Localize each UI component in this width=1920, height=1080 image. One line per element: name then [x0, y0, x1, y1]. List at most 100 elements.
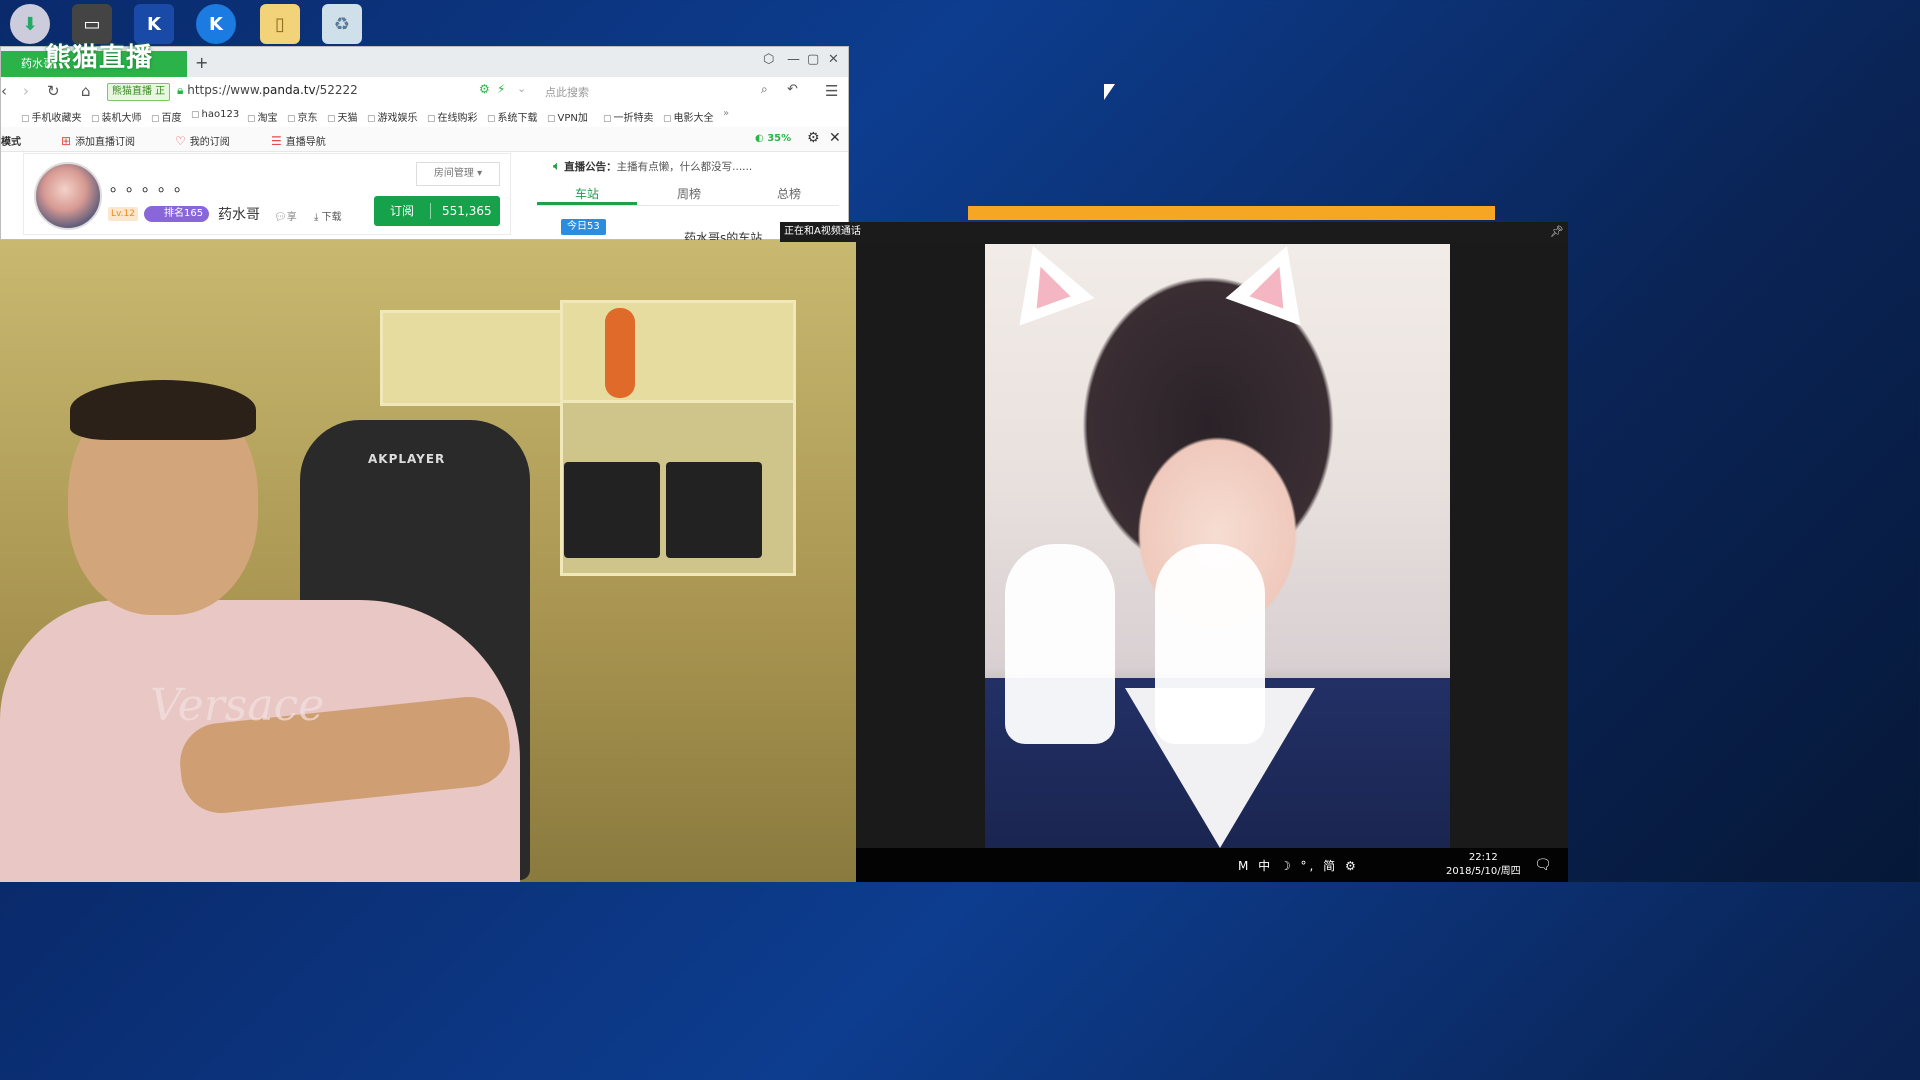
- chair-brand: AKPLAYER: [368, 452, 446, 466]
- desktop-app-icon-kx[interactable]: K: [134, 4, 174, 44]
- my-subscription-label: 我的订阅: [189, 137, 230, 148]
- panda-logo: 熊猫直播: [45, 43, 154, 73]
- figure-toy: [605, 308, 635, 398]
- add-subscription-label: 添加直播订阅: [75, 137, 136, 148]
- subscriber-count: 551,365: [442, 204, 492, 218]
- undo-icon[interactable]: ↶: [787, 82, 798, 97]
- room-management-label: 房间管理: [433, 168, 474, 179]
- clock-date: 2018/5/10/周四: [1446, 866, 1521, 877]
- share-button[interactable]: 💬︎享: [274, 208, 297, 223]
- address-bar[interactable]: 🔒︎ https://www.panda.tv/52222: [177, 83, 358, 98]
- back-icon[interactable]: ‹: [1, 82, 7, 100]
- bookmark-item[interactable]: 淘宝: [247, 109, 278, 124]
- tray-icons[interactable]: M 中 ☽ °, 简 ⚙: [1238, 857, 1359, 874]
- pin-icon[interactable]: 📌︎: [1550, 222, 1564, 242]
- tab-station[interactable]: 车站: [575, 185, 599, 202]
- mode-label: 模式: [1, 137, 21, 148]
- speedup-icon[interactable]: ⚙: [479, 82, 490, 96]
- performance-percent: ◐ 35%: [755, 133, 792, 144]
- live-nav-button[interactable]: ☰ 直播导航: [271, 133, 326, 148]
- bookmark-item[interactable]: 手机收藏夹: [21, 109, 82, 124]
- bookmark-item[interactable]: hao123: [191, 109, 240, 120]
- lock-icon: 🔒︎: [177, 83, 184, 97]
- clock-time: 22:12: [1468, 852, 1498, 863]
- bookmarks-more[interactable]: »: [723, 108, 729, 119]
- cat-ear-left: [995, 244, 1095, 326]
- level-badge: Lv.12: [108, 207, 138, 221]
- speaker: [666, 462, 762, 558]
- new-tab-button[interactable]: +: [195, 53, 208, 72]
- bookmark-item[interactable]: 装机大师: [91, 109, 142, 124]
- url-prefix: https://www.: [187, 83, 263, 97]
- subscribe-label: 订阅: [390, 204, 415, 218]
- browser-window: 药水哥 熊猫直播 + ⬡ — ▢ ✕ ‹ › ↻ ⌂ 熊猫直播 正 🔒︎ htt…: [0, 45, 849, 245]
- bookmark-item[interactable]: 百度: [151, 109, 182, 124]
- bookmark-item[interactable]: VPN加: [547, 109, 588, 124]
- url-domain: panda.tv: [262, 83, 316, 97]
- minimize-button[interactable]: —: [787, 52, 800, 67]
- desktop-app-icon-k[interactable]: K: [196, 4, 236, 44]
- reload-icon[interactable]: ↻: [47, 82, 60, 100]
- close-button[interactable]: ✕: [828, 52, 839, 67]
- person-hair: [70, 380, 256, 440]
- share-label: 享: [286, 212, 297, 223]
- browser-tab[interactable]: 药水哥 熊猫直播: [1, 45, 187, 77]
- today-badge: 今日53: [561, 219, 606, 235]
- panda-toolbar: 模式 ⊞ 添加直播订阅 ♡ 我的订阅 ☰ 直播导航 ◐ 35% ⚙ ✕: [1, 127, 848, 152]
- bookmarks-bar: 手机收藏夹 装机大师 百度 hao123 淘宝 京东 天猫 游戏娱乐 在线购彩 …: [1, 105, 848, 128]
- tab-bar: 药水哥 熊猫直播 + ⬡ — ▢ ✕: [1, 45, 848, 77]
- home-icon[interactable]: ⌂: [81, 82, 91, 100]
- room-management-dropdown[interactable]: 房间管理 ▾: [416, 162, 500, 186]
- lightning-icon[interactable]: ⚡: [497, 82, 505, 96]
- search-input[interactable]: 点此搜索: [545, 84, 589, 100]
- bookmark-item[interactable]: 电影大全: [663, 109, 714, 124]
- bookmark-item[interactable]: 系统下载: [487, 109, 538, 124]
- bookmark-item[interactable]: 京东: [287, 109, 318, 124]
- subscribe-divider: [430, 203, 431, 219]
- my-subscription-button[interactable]: ♡ 我的订阅: [175, 133, 230, 148]
- site-badge: 熊猫直播 正: [107, 83, 171, 101]
- settings-icon[interactable]: ⚙: [807, 130, 820, 146]
- notification-icon[interactable]: 🗨︎: [1534, 857, 1552, 873]
- taskbar-tray: M 中 ☽ °, 简 ⚙ 22:12 2018/5/10/周四 🗨︎: [856, 848, 1568, 882]
- cat-paw-left: [1005, 544, 1115, 744]
- bookmark-item[interactable]: 天猫: [327, 109, 358, 124]
- rank-badge[interactable]: 排名165: [144, 206, 210, 222]
- video-call-titlebar[interactable]: 正在和A视频通话 📌︎: [780, 222, 1568, 242]
- desktop-app-icon-1[interactable]: ⬇: [10, 4, 50, 44]
- video-call-feed: [985, 244, 1450, 848]
- recycle-bin-icon[interactable]: ♻: [322, 4, 362, 44]
- speaker: [564, 462, 660, 558]
- add-subscription-button[interactable]: ⊞ 添加直播订阅: [61, 133, 135, 148]
- bookmark-item[interactable]: 一折特卖: [603, 109, 654, 124]
- forward-icon[interactable]: ›: [23, 82, 29, 100]
- announcement-text: 主播有点懒，什么都没写......: [616, 161, 753, 173]
- streamer-name[interactable]: 药水哥: [218, 204, 260, 224]
- desktop-folder-icon[interactable]: ▯: [260, 4, 300, 44]
- background-window-edge: [968, 206, 1495, 220]
- download-label: 下载: [321, 212, 342, 223]
- streamer-avatar[interactable]: [34, 162, 102, 230]
- desktop-app-icon-2[interactable]: ▭: [72, 4, 112, 44]
- url-path: /52222: [315, 83, 358, 97]
- live-nav-label: 直播导航: [285, 137, 326, 148]
- skin-icon[interactable]: ⬡: [763, 52, 774, 67]
- active-tab-indicator: [537, 202, 637, 205]
- tab-weekly[interactable]: 周榜: [677, 185, 701, 202]
- announcement-label: 直播公告：: [564, 161, 617, 173]
- shelf: [380, 310, 576, 406]
- clock[interactable]: 22:12 2018/5/10/周四: [1446, 851, 1521, 879]
- maximize-button[interactable]: ▢: [807, 52, 819, 67]
- download-button[interactable]: ⤓ 下载: [314, 208, 342, 223]
- heart-icon: ♡: [175, 134, 186, 148]
- dropdown-icon[interactable]: ⌄: [517, 82, 526, 95]
- shelf: [560, 300, 796, 406]
- bookmark-item[interactable]: 在线购彩: [427, 109, 478, 124]
- menu-icon[interactable]: ☰: [825, 82, 838, 100]
- subscribe-button[interactable]: 订阅 551,365: [374, 196, 500, 226]
- toolbar-close-icon[interactable]: ✕: [829, 130, 841, 146]
- tab-total[interactable]: 总榜: [777, 185, 801, 202]
- percent-value: 35%: [767, 133, 792, 144]
- search-icon[interactable]: ⌕: [761, 82, 768, 97]
- bookmark-item[interactable]: 游戏娱乐: [367, 109, 418, 124]
